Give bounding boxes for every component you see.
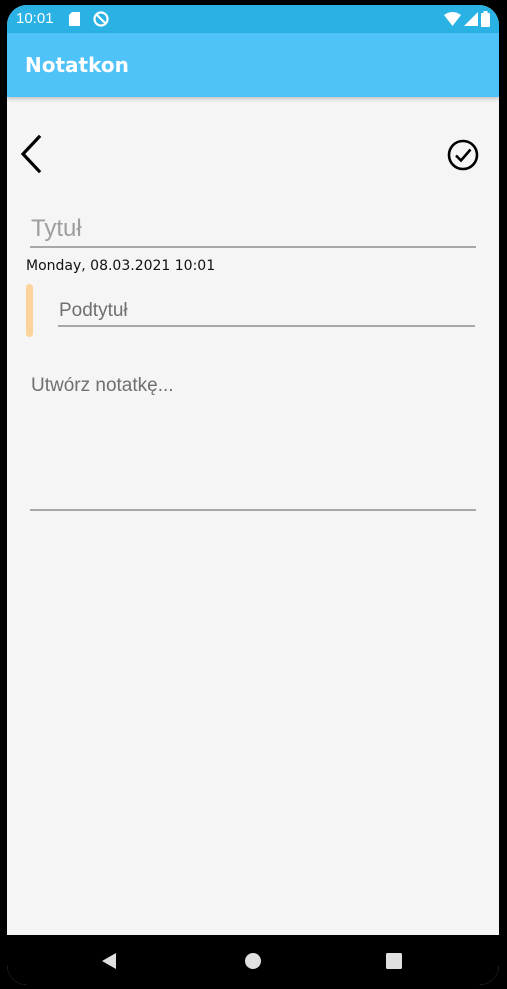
- app-bar: Notatkon: [7, 33, 499, 97]
- status-bar: 10:01: [7, 5, 499, 33]
- do-not-disturb-icon: [93, 11, 109, 27]
- date-time-label: Monday, 08.03.2021 10:01: [26, 258, 216, 274]
- wifi-icon: [444, 12, 461, 26]
- status-time: 10:01: [16, 10, 54, 27]
- subtitle-color-indicator: [26, 284, 33, 337]
- check-circle-icon[interactable]: [445, 137, 481, 173]
- note-body-input[interactable]: [30, 375, 476, 511]
- signal-icon: [464, 12, 478, 26]
- app-title: Notatkon: [25, 53, 129, 77]
- status-icons-right: [444, 11, 490, 27]
- nav-home-icon[interactable]: [244, 952, 262, 970]
- chevron-left-icon[interactable]: [13, 133, 47, 175]
- nav-recents-icon[interactable]: [386, 953, 402, 969]
- navigation-bar: [7, 935, 499, 985]
- screen: 10:01 Notatkon Tytuł Monday, 08.03.2021 …: [7, 5, 499, 985]
- title-input[interactable]: [30, 212, 476, 248]
- nav-back-icon[interactable]: [100, 952, 118, 970]
- sd-card-icon: [69, 12, 80, 26]
- subtitle-input[interactable]: [58, 297, 475, 327]
- device-frame: 10:01 Notatkon Tytuł Monday, 08.03.2021 …: [0, 0, 507, 989]
- battery-icon: [481, 11, 490, 27]
